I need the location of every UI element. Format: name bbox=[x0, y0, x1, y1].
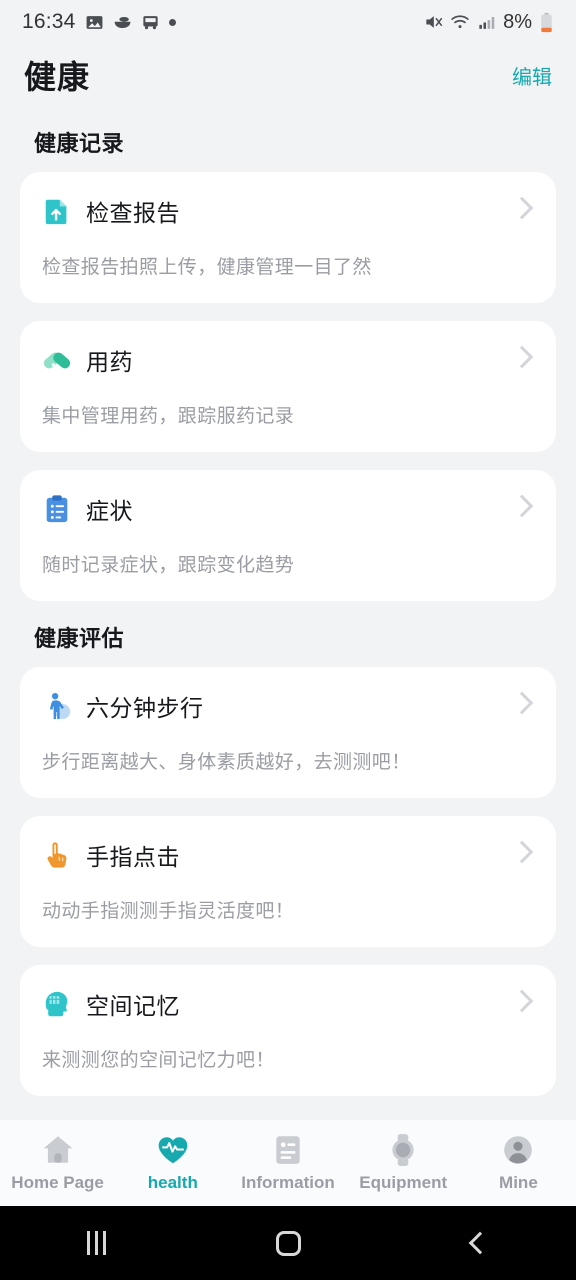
card-description: 动动手指测测手指灵活度吧！ bbox=[42, 901, 295, 922]
card-finger-tap[interactable]: 手指点击 动动手指测测手指灵活度吧！ bbox=[20, 816, 556, 947]
card-description: 检查报告拍照上传，健康管理一目了然 bbox=[42, 257, 372, 278]
image-icon bbox=[86, 15, 102, 29]
section-title-health-assessment: 健康评估 bbox=[34, 626, 125, 651]
card-title: 六分钟步行 bbox=[86, 695, 204, 721]
back-nav-icon bbox=[468, 1231, 492, 1255]
pill-icon bbox=[43, 352, 71, 369]
card-title: 症状 bbox=[86, 498, 133, 524]
tab-equipment[interactable]: Equipment bbox=[346, 1133, 461, 1193]
card-title: 用药 bbox=[86, 349, 133, 375]
phone-screen: 16:34 8% 健康 编辑 健康记录 检查报告 检查报告拍照上传，健康管理一目… bbox=[0, 0, 576, 1280]
back-button[interactable] bbox=[384, 1231, 576, 1255]
heart-pulse-icon bbox=[158, 1137, 188, 1164]
bus-icon bbox=[142, 15, 158, 29]
card-header: 检查报告 bbox=[42, 194, 534, 228]
card-title: 手指点击 bbox=[86, 844, 180, 870]
edit-button[interactable]: 编辑 bbox=[512, 61, 552, 90]
dot-indicator-icon bbox=[168, 18, 176, 26]
tab-label: health bbox=[147, 1173, 198, 1192]
section-title-health-records: 健康记录 bbox=[34, 131, 125, 156]
battery-percent: 8% bbox=[503, 10, 532, 33]
card-header: 症状 bbox=[42, 492, 534, 526]
brain-head-icon bbox=[45, 991, 68, 1017]
tab-label: Mine bbox=[499, 1173, 538, 1192]
card-header: 手指点击 bbox=[42, 838, 534, 872]
tab-information[interactable]: Information bbox=[230, 1133, 345, 1193]
home-nav-icon bbox=[275, 1230, 301, 1256]
card-description: 来测测您的空间记忆力吧！ bbox=[42, 1050, 275, 1071]
card-title: 空间记忆 bbox=[86, 993, 180, 1019]
wifi-icon bbox=[451, 15, 469, 29]
status-bar-right: 8% bbox=[423, 11, 554, 34]
watch-icon bbox=[392, 1134, 414, 1166]
status-bar-left: 16:34 bbox=[22, 10, 423, 34]
home-button[interactable] bbox=[192, 1230, 384, 1256]
battery-icon bbox=[541, 12, 552, 32]
tab-label: Home Page bbox=[11, 1173, 104, 1192]
recent-apps-button[interactable] bbox=[0, 1231, 192, 1255]
tab-health[interactable]: health bbox=[115, 1133, 230, 1193]
card-symptoms[interactable]: 症状 随时记录症状，跟踪变化趋势 bbox=[20, 470, 556, 601]
status-bar: 16:34 8% bbox=[0, 0, 576, 44]
tab-mine[interactable]: Mine bbox=[461, 1133, 576, 1193]
clipboard-icon bbox=[46, 495, 68, 523]
tab-label: Equipment bbox=[359, 1173, 448, 1192]
card-header: 空间记忆 bbox=[42, 987, 534, 1021]
page-title: 健康 bbox=[24, 59, 91, 95]
card-title: 检查报告 bbox=[86, 200, 180, 226]
card-exam-report[interactable]: 检查报告 检查报告拍照上传，健康管理一目了然 bbox=[20, 172, 556, 303]
signal-icon bbox=[479, 16, 495, 29]
card-description: 随时记录症状，跟踪变化趋势 bbox=[42, 555, 295, 576]
tab-label: Information bbox=[241, 1173, 335, 1192]
home-icon bbox=[43, 1136, 72, 1163]
bottom-tab-bar: Home Page health Information Equipment M… bbox=[0, 1120, 576, 1206]
content-scroll-area[interactable]: 健康记录 检查报告 检查报告拍照上传，健康管理一目了然 用药 集中管理用药，跟踪… bbox=[0, 106, 576, 1120]
info-card-icon bbox=[276, 1136, 300, 1164]
android-nav-bar bbox=[0, 1206, 576, 1280]
card-header: 六分钟步行 bbox=[42, 689, 534, 723]
recent-apps-icon bbox=[86, 1231, 106, 1255]
bowl-icon bbox=[114, 16, 130, 28]
walking-person-icon bbox=[49, 692, 71, 720]
page-header: 健康 编辑 bbox=[0, 44, 576, 106]
card-description: 集中管理用药，跟踪服药记录 bbox=[42, 406, 295, 427]
card-header: 用药 bbox=[42, 343, 534, 377]
card-description: 步行距离越大、身体素质越好，去测测吧！ bbox=[42, 752, 411, 773]
mute-icon bbox=[426, 16, 443, 28]
report-upload-icon bbox=[45, 199, 67, 225]
person-icon bbox=[504, 1136, 533, 1164]
pointing-hand-icon bbox=[47, 842, 67, 868]
card-six-minute-walk[interactable]: 六分钟步行 步行距离越大、身体素质越好，去测测吧！ bbox=[20, 667, 556, 798]
card-spatial-memory[interactable]: 空间记忆 来测测您的空间记忆力吧！ bbox=[20, 965, 556, 1096]
card-medication[interactable]: 用药 集中管理用药，跟踪服药记录 bbox=[20, 321, 556, 452]
status-time: 16:34 bbox=[22, 10, 76, 33]
tab-home-page[interactable]: Home Page bbox=[0, 1133, 115, 1193]
